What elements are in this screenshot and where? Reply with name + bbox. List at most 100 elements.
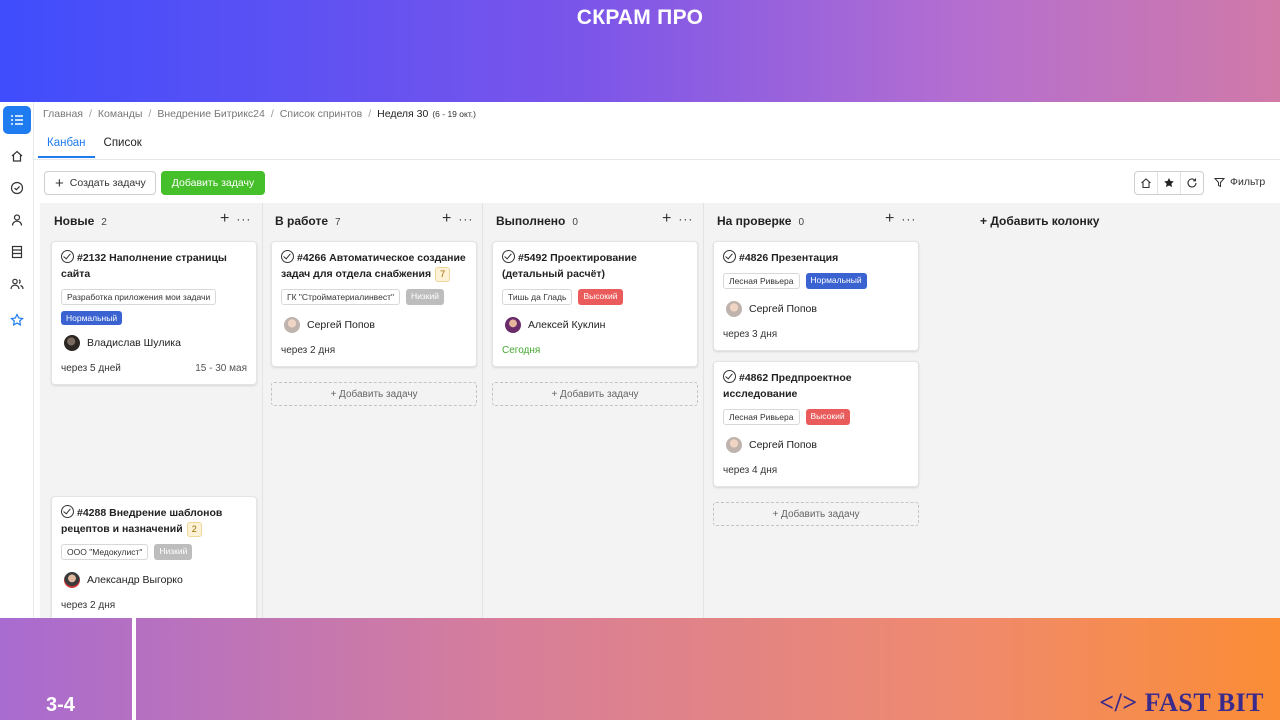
add-icon[interactable]: + (885, 210, 894, 228)
refresh-button[interactable] (1181, 172, 1203, 194)
column-title: Выполнено (496, 214, 566, 228)
task-assignee[interactable]: Сергей Попов (726, 437, 817, 453)
task-assignee[interactable]: Алексей Куклин (505, 317, 605, 333)
task-due: через 4 дня (723, 465, 778, 476)
task-tags: Разработка приложения мои задачи Нормаль… (61, 289, 251, 325)
check-circle-icon[interactable] (723, 250, 736, 263)
task-title[interactable]: #2132 Наполнение страницы сайта (61, 250, 251, 282)
task-meta: через 2 дня (61, 600, 247, 611)
breadcrumb: Главная / Команды / Внедрение Битрикс24 … (43, 108, 476, 124)
home-view-button[interactable] (1135, 172, 1158, 194)
assignee-name: Владислав Шулика (87, 337, 181, 349)
add-icon[interactable]: + (662, 210, 671, 228)
breadcrumb-item-teams[interactable]: Команды (98, 108, 143, 120)
subtask-count-badge: 7 (435, 267, 451, 282)
project-tag[interactable]: ООО "Медокулист" (61, 544, 149, 560)
task-card[interactable]: #4862 Предпроектное исследование Лесная … (713, 361, 919, 487)
task-tags: Тишь да Гладь Высокий (502, 289, 692, 305)
task-tags: Лесная Ривьера Высокий (723, 409, 913, 425)
more-icon[interactable]: ··· (678, 212, 693, 226)
filter-button[interactable]: Фильтр (1214, 176, 1265, 188)
rail-user-button[interactable] (3, 206, 31, 234)
add-task-inline-button[interactable]: + Добавить задачу (492, 382, 698, 406)
left-rail (0, 102, 34, 618)
assignee-name: Сергей Попов (307, 319, 375, 331)
slide-number: 3-4 (46, 694, 75, 716)
task-meta: через 5 дней 15 - 30 мая (61, 363, 247, 374)
task-title[interactable]: #4266 Автоматическое создание задач для … (281, 250, 471, 282)
task-assignee[interactable]: Сергей Попов (726, 301, 817, 317)
avatar (505, 317, 521, 333)
add-icon[interactable]: + (220, 210, 229, 228)
add-task-button[interactable]: Добавить задачу (161, 171, 265, 195)
task-meta: через 2 дня (281, 345, 467, 356)
task-card[interactable]: #4266 Автоматическое создание задач для … (271, 241, 477, 367)
tabs-divider (34, 159, 1280, 160)
priority-badge: Низкий (154, 544, 193, 560)
project-tag[interactable]: ГК "Стройматериалинвест" (281, 289, 400, 305)
rail-tasks-button[interactable] (3, 174, 31, 202)
task-card[interactable]: #4826 Презентация Лесная Ривьера Нормаль… (713, 241, 919, 351)
task-meta: через 3 дня (723, 329, 909, 340)
task-title[interactable]: #4288 Внедрение шаблонов рецептов и назн… (61, 505, 251, 537)
task-title[interactable]: #4862 Предпроектное исследование (723, 370, 913, 402)
column-count: 2 (101, 217, 107, 228)
rail-favorites-button[interactable] (3, 306, 31, 334)
list-icon (11, 115, 23, 125)
column-header: Выполнено 0 (496, 214, 578, 228)
breadcrumb-item-project[interactable]: Внедрение Битрикс24 (157, 108, 265, 120)
check-circle-icon[interactable] (281, 250, 294, 263)
add-task-inline-button[interactable]: + Добавить задачу (713, 502, 919, 526)
breadcrumb-separator: / (148, 108, 152, 120)
more-icon[interactable]: ··· (901, 212, 916, 226)
task-card[interactable]: #5492 Проектирование (детальный расчёт) … (492, 241, 698, 367)
column-count: 7 (335, 217, 341, 228)
column-review: На проверке 0 + ··· #4826 Презентация Лес… (703, 203, 924, 618)
rail-home-button[interactable] (3, 142, 31, 170)
filter-icon (1214, 177, 1225, 187)
task-assignee[interactable]: Александр Выгорко (64, 572, 183, 588)
tab-list[interactable]: Список (95, 132, 151, 158)
task-title-text: #4862 Предпроектное исследование (723, 372, 852, 400)
more-icon[interactable]: ··· (236, 212, 251, 226)
priority-badge: Нормальный (61, 311, 123, 325)
column-done: Выполнено 0 + ··· #5492 Проектирование (д… (482, 203, 703, 618)
breadcrumb-item-sprints[interactable]: Список спринтов (280, 108, 362, 120)
task-card[interactable]: #4288 Внедрение шаблонов рецептов и назн… (51, 496, 257, 618)
check-circle-icon[interactable] (723, 370, 736, 383)
check-circle-icon[interactable] (61, 250, 74, 263)
task-title-text: #5492 Проектирование (детальный расчёт) (502, 252, 637, 280)
task-card[interactable]: #2132 Наполнение страницы сайта Разработ… (51, 241, 257, 385)
check-circle-icon[interactable] (61, 505, 74, 518)
column-header: На проверке 0 (717, 214, 804, 228)
brand-logo: </> FAST BIT (1099, 688, 1264, 717)
tab-kanban[interactable]: Канбан (38, 132, 95, 158)
home-icon (1141, 178, 1151, 189)
avatar (64, 572, 80, 588)
favorite-button[interactable] (1158, 172, 1181, 194)
add-task-inline-button[interactable]: + Добавить задачу (271, 382, 477, 406)
column-actions: + ··· (220, 210, 251, 228)
refresh-icon (1187, 178, 1197, 188)
rail-docs-button[interactable] (3, 238, 31, 266)
add-column-button[interactable]: + Добавить колонку (980, 214, 1099, 228)
rail-list-button[interactable] (3, 106, 31, 134)
project-tag[interactable]: Лесная Ривьера (723, 273, 800, 289)
check-circle-icon (10, 181, 24, 195)
project-tag[interactable]: Лесная Ривьера (723, 409, 800, 425)
breadcrumb-item-home[interactable]: Главная (43, 108, 83, 120)
task-assignee[interactable]: Сергей Попов (284, 317, 375, 333)
breadcrumb-separator: / (368, 108, 372, 120)
project-tag[interactable]: Разработка приложения мои задачи (61, 289, 217, 305)
task-title[interactable]: #5492 Проектирование (детальный расчёт) (502, 250, 692, 282)
add-icon[interactable]: + (442, 210, 451, 228)
more-icon[interactable]: ··· (458, 212, 473, 226)
task-assignee[interactable]: Владислав Шулика (64, 335, 181, 351)
breadcrumb-current-dates: (6 - 19 окт.) (432, 109, 476, 119)
filter-label: Фильтр (1230, 176, 1266, 188)
task-title[interactable]: #4826 Презентация (723, 250, 913, 266)
check-circle-icon[interactable] (502, 250, 515, 263)
rail-team-button[interactable] (3, 270, 31, 298)
create-task-button[interactable]: + Создать задачу (44, 171, 156, 195)
project-tag[interactable]: Тишь да Гладь (502, 289, 573, 305)
